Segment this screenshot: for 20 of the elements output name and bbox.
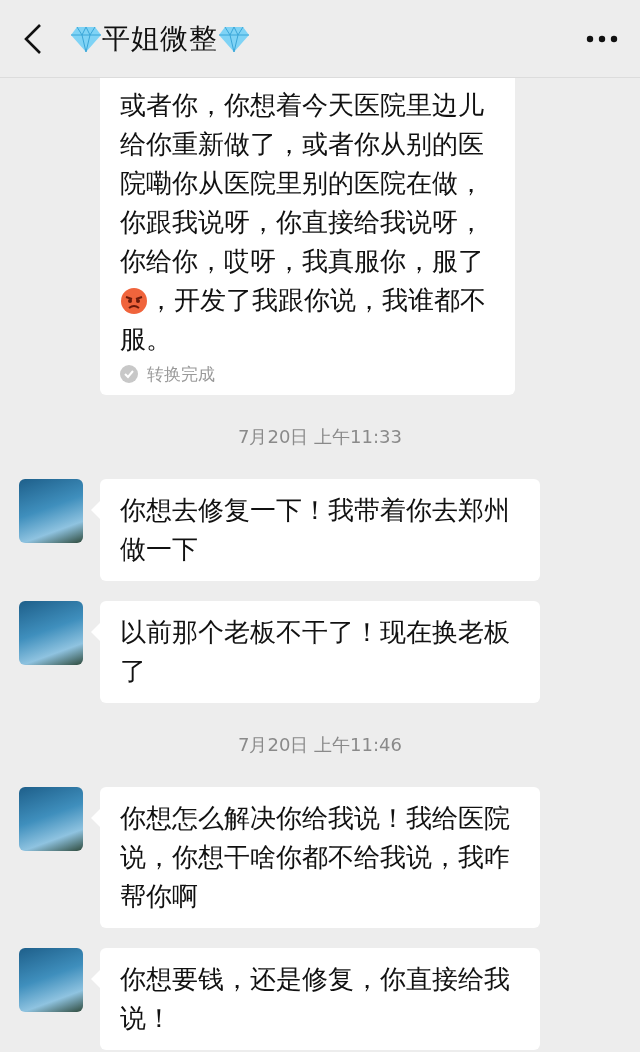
avatar-photo-placeholder — [19, 479, 83, 543]
message-bubble: 你想怎么解决你给我说！我给医院说，你想干啥你都不给我说，我咋帮你啊 — [100, 787, 540, 928]
angry-face-icon — [120, 286, 148, 315]
timestamp: 7月20日 上午11:33 — [238, 425, 402, 449]
message-text: ，开发了我跟你说，我谁都不 — [148, 284, 486, 317]
avatar-photo-placeholder — [19, 948, 83, 1012]
more-button[interactable] — [586, 33, 618, 44]
diamond-icon — [218, 24, 250, 53]
message-text: 或者你，你想着今天医院里边儿给你重新做了，或者你从别的医院嘞你从医院里别的医院在做，你跟我说呀，你直接给我说呀，你给你，哎呀，我真服你，服了 — [120, 90, 484, 276]
diamond-icon — [70, 24, 102, 53]
message-text: 服。 — [120, 324, 172, 354]
conversion-status: 转换完成 — [147, 362, 215, 386]
message-bubble: 你想要钱，还是修复，你直接给我说！ — [100, 948, 540, 1050]
message-bubble: 你想去修复一下！我带着你去郑州做一下 — [100, 479, 540, 581]
check-icon — [120, 365, 138, 383]
chat-title: 平姐微整 — [102, 20, 218, 57]
avatar-photo-placeholder — [19, 601, 83, 665]
message-bubble: 以前那个老板不干了！现在换老板了 — [100, 601, 540, 703]
avatar-photo-placeholder — [19, 787, 83, 851]
timestamp: 7月20日 上午11:46 — [238, 733, 402, 757]
